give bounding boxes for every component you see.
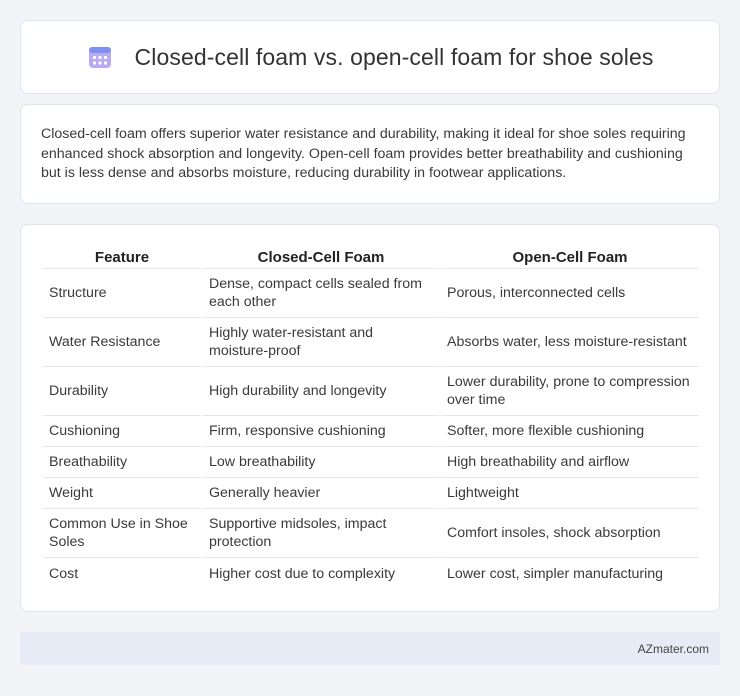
table-row: Weight Generally heavier Lightweight (43, 478, 699, 509)
open-cell-value: Absorbs water, less moisture-resistant (441, 318, 699, 367)
feature-cell: Weight (43, 478, 201, 509)
table-row: Cushioning Firm, responsive cushioning S… (43, 416, 699, 447)
footer-brand[interactable]: AZmater.com (638, 642, 709, 656)
open-cell-value: Softer, more flexible cushioning (441, 416, 699, 447)
closed-cell-value: Dense, compact cells sealed from each ot… (203, 269, 439, 318)
closed-cell-value: Firm, responsive cushioning (203, 416, 439, 447)
footer-bar: AZmater.com (20, 632, 720, 665)
closed-cell-value: Highly water-resistant and moisture-proo… (203, 318, 439, 367)
header-open-cell: Open-Cell Foam (441, 245, 699, 269)
comparison-table-card: Feature Closed-Cell Foam Open-Cell Foam … (20, 224, 720, 612)
open-cell-value: Lower durability, prone to compression o… (441, 367, 699, 416)
calendar-icon (87, 44, 113, 70)
table-header-row: Feature Closed-Cell Foam Open-Cell Foam (43, 245, 699, 269)
closed-cell-value: High durability and longevity (203, 367, 439, 416)
open-cell-value: Lower cost, simpler manufacturing (447, 565, 664, 582)
open-cell-value: Porous, interconnected cells (441, 269, 699, 318)
feature-cell: Cushioning (43, 416, 201, 447)
summary-card: Closed-cell foam offers superior water r… (20, 104, 720, 204)
header-closed-cell: Closed-Cell Foam (203, 245, 439, 269)
comparison-table: Feature Closed-Cell Foam Open-Cell Foam … (41, 245, 701, 589)
open-cell-value: Comfort insoles, shock absorption (441, 509, 699, 558)
closed-cell-value: Higher cost due to complexity (209, 565, 396, 582)
table-row: Cost Higher cost due to complexity Lower… (43, 558, 699, 589)
table-row: Durability High durability and longevity… (43, 367, 699, 416)
table-row: Water Resistance Highly water-resistant … (43, 318, 699, 367)
open-cell-value: Lightweight (441, 478, 699, 509)
feature-cell: Structure (43, 269, 201, 318)
title-card: Closed-cell foam vs. open-cell foam for … (20, 20, 720, 94)
page-title: Closed-cell foam vs. open-cell foam for … (134, 43, 654, 70)
feature-cell: Cost (49, 565, 79, 582)
closed-cell-value: Supportive midsoles, impact protection (203, 509, 439, 558)
feature-cell: Common Use in Shoe Soles (43, 509, 201, 558)
header-feature: Feature (43, 245, 201, 269)
table-row: Common Use in Shoe Soles Supportive mids… (43, 509, 699, 558)
table-row: Breathability Low breathability High bre… (43, 447, 699, 478)
feature-cell: Breathability (43, 447, 201, 478)
open-cell-value: High breathability and airflow (441, 447, 699, 478)
summary-text: Closed-cell foam offers superior water r… (41, 126, 686, 181)
feature-cell: Water Resistance (43, 318, 201, 367)
closed-cell-value: Generally heavier (203, 478, 439, 509)
table-row: Structure Dense, compact cells sealed fr… (43, 269, 699, 318)
closed-cell-value: Low breathability (203, 447, 439, 478)
feature-cell: Durability (43, 367, 201, 416)
